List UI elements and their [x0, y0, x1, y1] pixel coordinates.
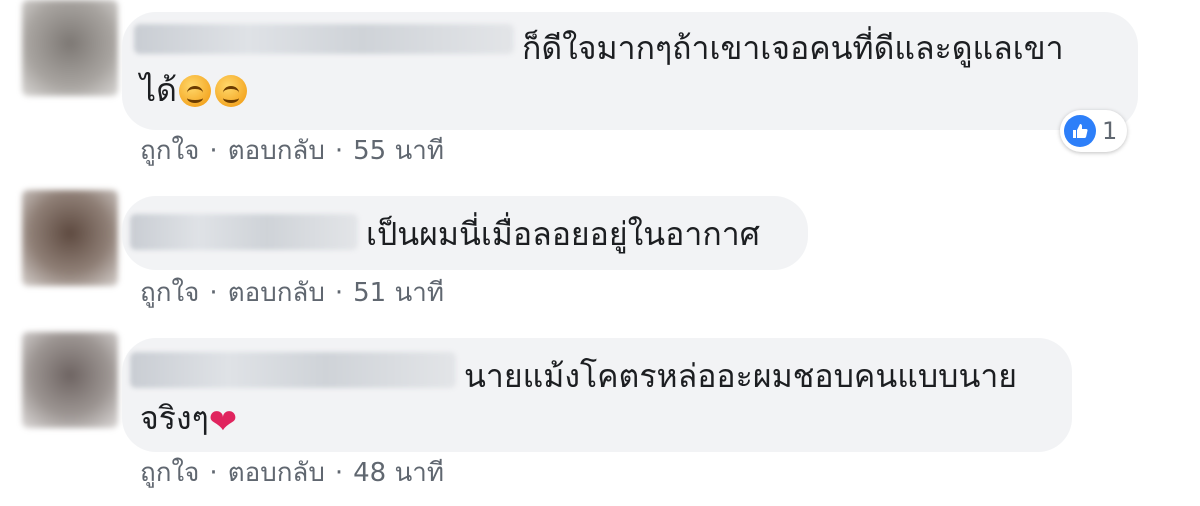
- comment-text-line-2: ได้: [140, 62, 247, 118]
- reply-link[interactable]: ตอบกลับ: [228, 278, 325, 308]
- comment-text-line-2: จริงๆ❤: [140, 390, 237, 450]
- smiling-face-emoji-icon: [214, 75, 247, 107]
- comment-text-line-2-label: จริงๆ: [140, 399, 209, 437]
- reply-link[interactable]: ตอบกลับ: [228, 136, 325, 166]
- separator: ·: [334, 136, 344, 166]
- commenter-name-blurred[interactable]: [130, 352, 456, 388]
- red-heart-emoji-icon: ❤: [208, 402, 238, 442]
- separator: ·: [334, 458, 344, 488]
- commenter-name-blurred[interactable]: [134, 24, 514, 54]
- reaction-count: 1: [1102, 117, 1118, 145]
- timestamp[interactable]: 48 นาที: [353, 458, 444, 488]
- like-link[interactable]: ถูกใจ: [140, 278, 199, 308]
- avatar[interactable]: [22, 190, 118, 286]
- separator: ·: [209, 458, 218, 488]
- comment-actions: ถูกใจ · ตอบกลับ · 55 นาที: [140, 130, 444, 171]
- commenter-name-blurred[interactable]: [130, 214, 358, 250]
- comment-text-line-2-label: ได้: [140, 71, 177, 109]
- avatar[interactable]: [22, 332, 118, 428]
- separator: ·: [209, 136, 218, 166]
- timestamp[interactable]: 55 นาที: [353, 136, 444, 166]
- comment-text-line-1: นายแม้งโคตรหล่ออะผมชอบคนแบบนาย: [464, 357, 1018, 395]
- like-link[interactable]: ถูกใจ: [140, 458, 199, 488]
- comment-text-line-1: เป็นผมนี่เมื่อลอยอยู่ในอากาศ: [366, 215, 760, 253]
- smiling-face-emoji-icon: [178, 75, 211, 107]
- separator: ·: [334, 278, 344, 308]
- reply-link[interactable]: ตอบกลับ: [228, 458, 325, 488]
- thumbs-up-icon: [1064, 115, 1096, 147]
- like-link[interactable]: ถูกใจ: [140, 136, 199, 166]
- reaction-summary[interactable]: 1: [1060, 110, 1128, 152]
- comment-actions: ถูกใจ · ตอบกลับ · 48 นาที: [140, 452, 444, 493]
- comment-actions: ถูกใจ · ตอบกลับ · 51 นาที: [140, 272, 444, 313]
- avatar[interactable]: [22, 0, 118, 96]
- separator: ·: [209, 278, 218, 308]
- comment-text-line-1: ก็ดีใจมากๆถ้าเขาเจอคนที่ดีและดูแลเขา: [522, 29, 1064, 67]
- timestamp[interactable]: 51 นาที: [353, 278, 444, 308]
